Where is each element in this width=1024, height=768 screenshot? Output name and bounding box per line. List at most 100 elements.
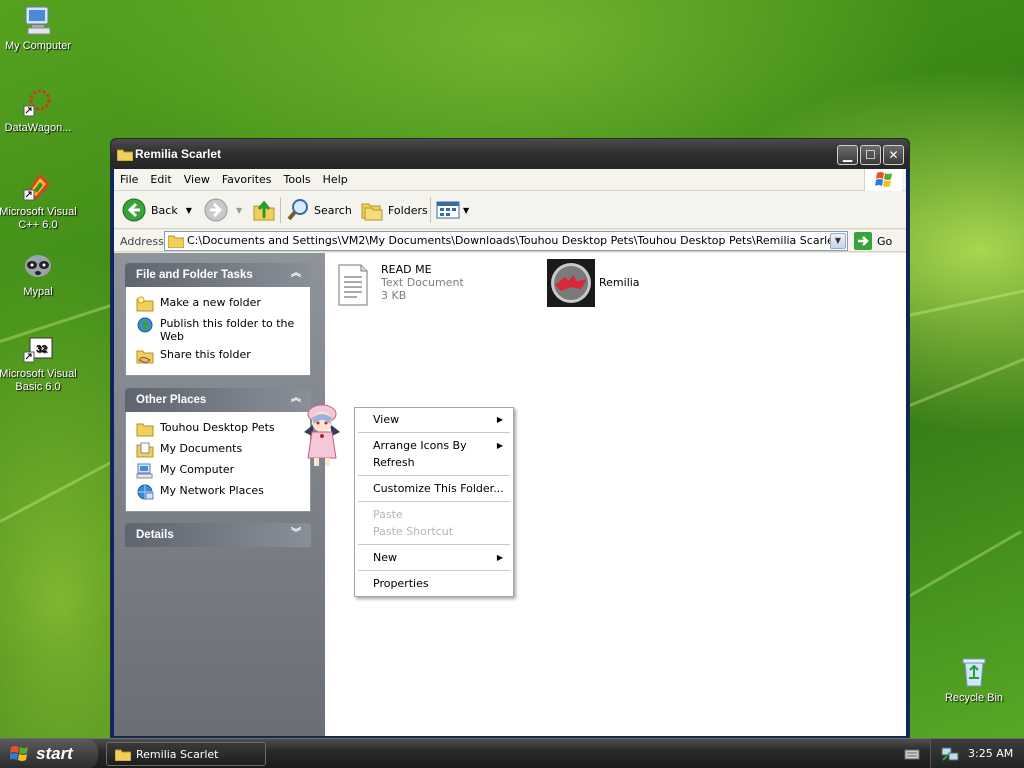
desktop-icon-label: Microsoft Visual C++ 6.0 [0,206,77,231]
expand-icon[interactable]: ︾ [289,528,303,542]
publish-web-icon [137,317,153,333]
menu-bar: File Edit View Favorites Tools Help [114,169,906,191]
desktop-icon-mypal[interactable]: Mypal [0,250,78,299]
address-value: C:\Documents and Settings\VM2\My Documen… [187,234,839,247]
file-folder-tasks-body: Make a new folder Publish this folder to… [125,287,311,376]
forward-arrow-icon [204,198,228,222]
place-my-network-places[interactable]: My Network Places [136,484,310,500]
menu-favorites[interactable]: Favorites [216,169,278,186]
file-name: READ ME [381,263,432,276]
menu-item-paste: Paste [373,508,403,521]
details-header[interactable]: Details ︾ [125,523,311,547]
details-panel: Details ︾ [125,523,311,547]
search-button[interactable]: Search [286,197,352,223]
folders-label: Folders [388,203,428,217]
window-titlebar[interactable]: Remilia Scarlet ▁ ☐ ✕ [111,139,909,169]
maximize-button[interactable]: ☐ [860,145,881,165]
desktop-icon-visual-basic[interactable]: 32 Microsoft Visual Basic 6.0 [0,332,78,394]
desktop-icon-visual-cpp[interactable]: Microsoft Visual C++ 6.0 [0,170,78,232]
address-input[interactable]: C:\Documents and Settings\VM2\My Documen… [164,231,848,251]
folder-icon [115,749,131,761]
desktop-pet-sprite[interactable] [300,402,344,471]
windows-logo-icon [864,169,902,191]
folders-button[interactable]: Folders [360,197,428,223]
start-label: start [36,744,73,763]
task-pane: File and Folder Tasks ︽ Make a new folde… [114,253,325,736]
back-dropdown-icon[interactable]: ▼ [186,206,192,215]
back-label: Back [151,203,178,217]
keyboard-icon[interactable] [904,747,920,764]
desktop-icon-datawagon[interactable]: DataWagon... [0,86,78,135]
submenu-arrow-icon: ▶ [496,553,503,562]
menu-tools[interactable]: Tools [278,169,317,186]
file-folder-tasks-header[interactable]: File and Folder Tasks ︽ [125,263,311,287]
desktop-icon-label: Microsoft Visual Basic 6.0 [0,368,77,393]
folder-icon [116,148,134,164]
place-touhou-desktop-pets[interactable]: Touhou Desktop Pets [136,421,310,437]
panel-title: Details [136,529,174,541]
task-share-folder[interactable]: Share this folder [136,348,310,364]
taskbar-button-remilia-scarlet[interactable]: Remilia Scarlet [106,742,266,766]
menu-item-view[interactable]: View ▶ [357,411,511,428]
file-name: Remilia [599,276,640,289]
file-item-remilia[interactable]: Remilia [547,259,640,307]
desktop-icon-label: My Computer [4,40,72,52]
task-publish-folder[interactable]: Publish this folder to the Web [136,317,310,343]
file-type: Text Document [381,276,464,289]
clock[interactable]: 3:25 AM [968,747,1013,760]
menu-edit[interactable]: Edit [144,169,177,186]
panel-title: Other Places [136,394,207,406]
back-arrow-icon [122,198,146,222]
file-item-readme[interactable]: READ ME Text Document 3 KB [337,263,464,307]
up-folder-icon [253,200,275,221]
maximize-icon: ☐ [865,148,876,162]
other-places-header[interactable]: Other Places ︽ [125,388,311,412]
desktop-icon-recycle-bin[interactable]: Recycle Bin [934,656,1014,705]
menu-item-paste-shortcut: Paste Shortcut [373,525,454,538]
up-folder-button[interactable] [252,197,276,223]
my-documents-icon [136,442,154,458]
file-folder-tasks-panel: File and Folder Tasks ︽ Make a new folde… [125,263,311,376]
menu-item-new[interactable]: New ▶ [357,549,511,566]
views-button[interactable]: ▼ [436,197,469,223]
place-my-documents[interactable]: My Documents [136,442,310,458]
start-button[interactable]: start [0,739,98,768]
place-my-computer[interactable]: My Computer [136,463,310,479]
menu-view[interactable]: View [178,169,216,186]
other-places-panel: Other Places ︽ Touhou Desktop Pets My Do… [125,388,311,512]
share-folder-icon [136,350,154,364]
task-make-new-folder[interactable]: Make a new folder [136,296,310,312]
go-arrow-icon [854,232,872,250]
address-dropdown-button[interactable]: ▼ [830,233,846,249]
forward-button[interactable]: ▼ [204,197,242,223]
submenu-arrow-icon: ▶ [496,415,503,424]
desktop-icon-my-computer[interactable]: My Computer [0,4,78,53]
menu-item-properties[interactable]: Properties [357,575,511,592]
menu-file[interactable]: File [114,169,144,186]
panel-title: File and Folder Tasks [136,269,253,281]
system-tray: 3:25 AM [930,739,1024,768]
svg-text:32: 32 [36,344,48,355]
back-button[interactable]: Back ▼ [122,197,192,223]
remilia-app-icon [547,259,595,307]
go-button[interactable]: Go [854,232,892,250]
minimize-icon: ▁ [842,148,853,162]
menu-help[interactable]: Help [317,169,354,186]
folders-icon [361,203,383,221]
desktop-icon-label: DataWagon... [4,122,72,134]
minimize-button[interactable]: ▁ [837,145,858,165]
taskbar: start Remilia Scarlet 3:25 AM [0,738,1024,768]
windows-logo-icon [10,746,28,761]
other-places-body: Touhou Desktop Pets My Documents My Comp… [125,412,311,512]
computer-icon [136,463,153,479]
folder-icon [168,235,184,248]
close-button[interactable]: ✕ [883,145,904,165]
menu-item-arrange-icons-by[interactable]: Arrange Icons By ▶ [357,437,511,454]
file-size: 3 KB [381,289,407,302]
collapse-icon[interactable]: ︽ [289,268,303,282]
views-icon [436,201,460,219]
forward-dropdown-icon[interactable]: ▼ [236,206,242,215]
network-tray-icon[interactable] [941,746,959,762]
menu-item-refresh[interactable]: Refresh [357,454,511,471]
menu-item-customize-folder[interactable]: Customize This Folder... [357,480,511,497]
